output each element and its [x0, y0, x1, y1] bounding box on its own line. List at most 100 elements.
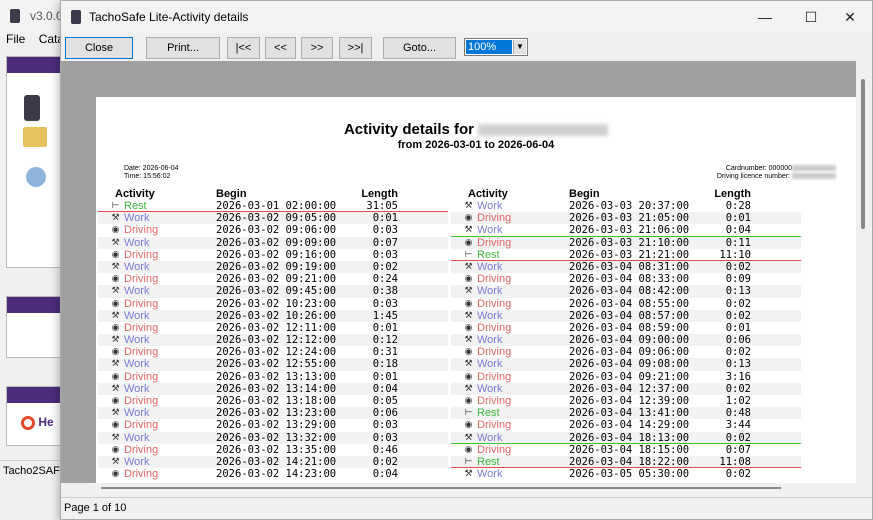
- licence-number-label: Driving licence number:: [716, 173, 791, 180]
- chevron-down-icon[interactable]: ▼: [513, 40, 526, 54]
- driving-icon: ◉: [111, 274, 120, 285]
- work-icon: ⚒: [111, 310, 120, 321]
- begin-cell: 2026-03-04 08:55:00: [569, 297, 690, 310]
- length-cell: 0:03: [372, 297, 398, 310]
- card-reader-icon[interactable]: [24, 95, 40, 121]
- activity-cell: Work: [124, 236, 150, 249]
- table-row: ⚒ Work 2026-03-02 09:45:00 0:38: [98, 285, 448, 298]
- length-cell: 11:08: [719, 455, 751, 468]
- goto-button[interactable]: Goto...: [383, 37, 456, 59]
- length-cell: 0:02: [372, 260, 398, 273]
- length-cell: 0:13: [725, 358, 751, 371]
- activity-cell: Driving: [124, 395, 159, 407]
- rest-icon: ⊢: [464, 408, 473, 419]
- table-row: ◉ Driving 2026-03-04 12:39:00 1:02: [451, 395, 801, 407]
- table-row: ⚒ Work 2026-03-02 13:14:00 0:04: [98, 382, 448, 395]
- begin-cell: 2026-03-04 09:21:00: [569, 370, 690, 383]
- folder-search-icon[interactable]: [23, 127, 47, 147]
- scrollbar-thumb[interactable]: [861, 79, 865, 229]
- work-icon: ⚒: [464, 225, 473, 236]
- length-cell: 31:05: [366, 200, 398, 212]
- next-page-button[interactable]: >>: [301, 37, 333, 59]
- report-time: Time: 15:56:02: [124, 173, 171, 180]
- driving-icon: ◉: [111, 444, 120, 455]
- begin-cell: 2026-03-05 05:30:00: [569, 468, 690, 481]
- report-viewport[interactable]: Activity details for from 2026-03-01 to …: [61, 61, 872, 493]
- driving-icon: ◉: [464, 213, 473, 224]
- header-length: Length: [714, 188, 751, 200]
- report-card-info: Cardnumber: 000000 Driving licence numbe…: [717, 165, 836, 181]
- minimize-button[interactable]: —: [742, 1, 788, 33]
- scrollbar-thumb[interactable]: [101, 487, 781, 489]
- status-bar: Page 1 of 10: [61, 497, 872, 519]
- report-date: Date: 2026-06-04: [124, 165, 179, 172]
- begin-cell: 2026-03-04 14:29:00: [569, 419, 690, 432]
- begin-cell: 2026-03-03 21:21:00: [569, 248, 690, 261]
- table-row: ◉ Driving 2026-03-02 09:16:00 0:03: [98, 249, 448, 261]
- rest-icon: ⊢: [464, 249, 473, 260]
- zoom-select[interactable]: 100% ▼: [464, 38, 528, 56]
- length-cell: 0:01: [372, 212, 398, 225]
- activity-cell: Driving: [124, 273, 159, 286]
- close-window-button[interactable]: ✕: [827, 1, 873, 33]
- begin-cell: 2026-03-02 13:23:00: [216, 407, 337, 420]
- work-icon: ⚒: [111, 359, 120, 370]
- close-button[interactable]: Close: [65, 37, 133, 59]
- length-cell: 0:02: [725, 382, 751, 395]
- driving-icon: ◉: [111, 322, 120, 333]
- work-icon: ⚒: [111, 432, 120, 443]
- activity-cell: Driving: [477, 273, 512, 286]
- print-button[interactable]: Print...: [146, 37, 220, 59]
- length-cell: 0:02: [725, 346, 751, 359]
- driving-icon: ◉: [111, 469, 120, 480]
- side-panel-help: He: [6, 386, 62, 446]
- redacted-card-number: [792, 165, 836, 172]
- length-cell: 0:03: [372, 419, 398, 432]
- activity-cell: Work: [124, 358, 150, 371]
- length-cell: 0:02: [725, 431, 751, 444]
- driving-icon: ◉: [464, 371, 473, 382]
- last-page-button[interactable]: >>|: [339, 37, 372, 59]
- work-icon: ⚒: [111, 408, 120, 419]
- activity-cell: Work: [124, 285, 150, 298]
- activity-cell: Rest: [477, 248, 500, 261]
- help-link[interactable]: He: [21, 415, 54, 430]
- begin-cell: 2026-03-02 13:32:00: [216, 431, 337, 444]
- driving-icon: ◉: [464, 298, 473, 309]
- begin-cell: 2026-03-04 09:00:00: [569, 334, 690, 347]
- table-row: ⚒ Work 2026-03-04 08:42:00 0:13: [451, 285, 801, 298]
- work-icon: ⚒: [464, 359, 473, 370]
- begin-cell: 2026-03-02 09:19:00: [216, 260, 337, 273]
- menu-file[interactable]: File: [6, 32, 25, 46]
- work-icon: ⚒: [111, 286, 120, 297]
- horizontal-scrollbar[interactable]: [61, 483, 856, 493]
- table-row: ⚒ Work 2026-03-02 09:05:00 0:01: [98, 212, 448, 225]
- activity-cell: Work: [124, 334, 150, 347]
- table-row: ⚒ Work 2026-03-04 08:31:00 0:02: [451, 260, 801, 274]
- first-page-button[interactable]: |<<: [227, 37, 260, 59]
- table-row: ◉ Driving 2026-03-02 09:21:00 0:24: [98, 273, 448, 285]
- activity-cell: Driving: [124, 224, 159, 237]
- vertical-scrollbar[interactable]: [856, 61, 872, 493]
- activity-cell: Work: [124, 212, 150, 225]
- disk-icon[interactable]: [26, 167, 46, 187]
- previous-page-button[interactable]: <<: [265, 37, 296, 59]
- begin-cell: 2026-03-04 13:41:00: [569, 407, 690, 420]
- begin-cell: 2026-03-02 09:05:00: [216, 212, 337, 225]
- work-icon: ⚒: [464, 432, 473, 443]
- table-row: ⚒ Work 2026-03-02 14:21:00 0:02: [98, 455, 448, 469]
- main-status-bar: Tacho2SAF: [0, 460, 62, 482]
- begin-cell: 2026-03-02 09:21:00: [216, 273, 337, 286]
- length-cell: 0:04: [372, 468, 398, 481]
- header-begin: Begin: [569, 188, 600, 200]
- activity-cell: Work: [124, 431, 150, 444]
- length-cell: 0:04: [725, 224, 751, 237]
- activity-cell: Driving: [477, 297, 512, 310]
- table-row: ⚒ Work 2026-03-02 13:23:00 0:06: [98, 407, 448, 420]
- length-cell: 0:04: [372, 382, 398, 395]
- page-indicator: Page 1 of 10: [64, 502, 127, 514]
- begin-cell: 2026-03-02 12:11:00: [216, 321, 337, 334]
- begin-cell: 2026-03-02 13:18:00: [216, 395, 337, 407]
- activity-cell: Work: [477, 309, 503, 322]
- table-row: ◉ Driving 2026-03-03 21:05:00 0:01: [451, 212, 801, 225]
